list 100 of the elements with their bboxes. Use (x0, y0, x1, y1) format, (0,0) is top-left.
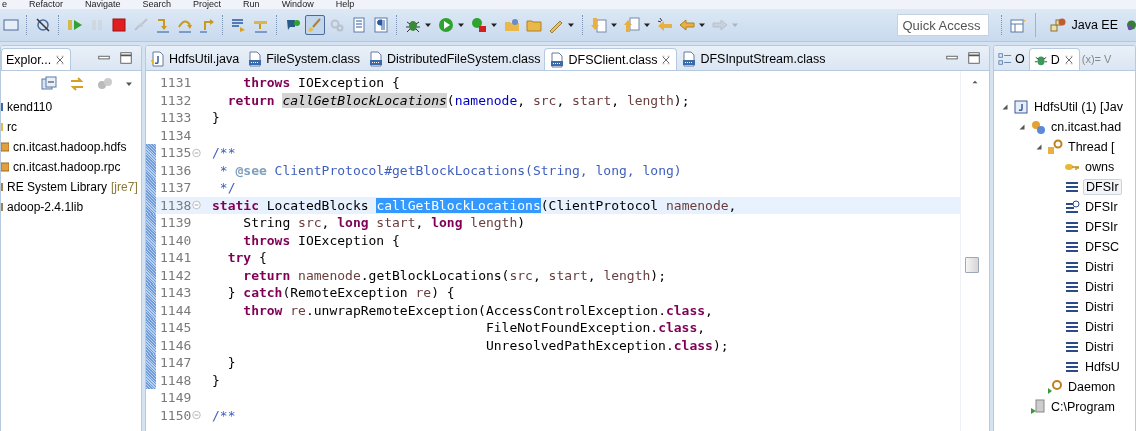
tree-item[interactable]: owns (1083, 160, 1117, 174)
code-line: UnresolvedPathException.class); (484, 337, 729, 353)
close-icon[interactable] (1062, 53, 1075, 66)
menu-item[interactable]: Navigate (85, 0, 121, 9)
tree-item[interactable]: Distri (1083, 300, 1116, 314)
tree-item[interactable]: DFSIr (1083, 200, 1120, 214)
caret-icon[interactable] (698, 21, 706, 29)
caret-icon[interactable] (457, 21, 465, 29)
view-tab[interactable]: Explor... (1, 48, 72, 70)
tree-item[interactable]: Distri (1083, 280, 1116, 294)
step-over-icon (177, 17, 193, 33)
code-line: */ (218, 180, 236, 196)
class-file-icon (549, 51, 566, 68)
view-tab[interactable]: D (1028, 48, 1080, 70)
tree-item[interactable]: Distri (1083, 260, 1116, 274)
line-number: 1142 (159, 267, 192, 283)
line-number: 1135 (159, 145, 192, 161)
line-number: 1145 (159, 320, 192, 336)
stack-frame-icon (1064, 259, 1080, 275)
menu-item[interactable]: e (2, 0, 7, 9)
line-number: 1136 (159, 162, 192, 178)
class-file-icon (681, 51, 698, 67)
menu-item[interactable]: Help (335, 0, 355, 9)
boxes-icon (1050, 17, 1067, 33)
tree-item[interactable]: DFSIr (1083, 220, 1120, 234)
caret-icon[interactable] (490, 21, 498, 29)
tree-item[interactable]: cn.itcast.hadoop.hdfs (11, 140, 129, 154)
tree-item[interactable]: DFSIr (1083, 179, 1122, 195)
tree-item[interactable]: kend110 (5, 100, 55, 114)
line-number: 1144 (159, 302, 192, 318)
code-line: throw re.unwrapRemoteException(AccessControlException.class, (242, 302, 713, 318)
expand-arrow-icon[interactable] (1000, 102, 1010, 112)
caret-icon[interactable] (610, 21, 618, 29)
tree-item[interactable]: adoop-2.4.1lib (5, 200, 86, 214)
tree-item[interactable]: rc (5, 120, 19, 134)
editor-tab[interactable]: DFSInputStream.class (677, 48, 830, 70)
gears-icon (329, 17, 345, 33)
close-icon[interactable] (660, 53, 673, 66)
menu-item[interactable]: Window (281, 0, 314, 9)
quick-access-field[interactable]: Quick Access (897, 14, 990, 36)
line-number: 1133 (159, 110, 192, 126)
view-tab[interactable]: O (994, 48, 1029, 70)
menu-item[interactable]: Search (142, 0, 172, 9)
stack-frame-icon (1064, 359, 1080, 375)
code-line: throws IOException { (242, 232, 400, 248)
outline-icon (998, 52, 1012, 66)
menu-item[interactable]: Run (243, 0, 260, 9)
tree-item[interactable]: Distri (1083, 340, 1116, 354)
tree-item[interactable]: DFSC (1083, 240, 1122, 254)
menu-item[interactable]: Project (193, 0, 222, 9)
code-line: return callGetBlockLocations(namenode, src, start, length); (226, 92, 690, 108)
stop-button[interactable] (109, 15, 129, 35)
collapse-all-icon[interactable] (41, 76, 57, 92)
scrollbar-thumb[interactable] (965, 257, 979, 273)
expand-arrow-icon[interactable] (1017, 122, 1027, 132)
code-line: } catch(RemoteException re) { (226, 285, 455, 301)
stop-icon (111, 17, 127, 33)
play-toolbox-button[interactable] (469, 15, 489, 35)
line-number: 1138 (159, 197, 192, 213)
line-number: 1132 (159, 92, 192, 108)
view-menu-icon[interactable] (125, 80, 133, 88)
tree-item[interactable]: cn.itcast.hadoop.rpc (11, 160, 123, 174)
tree-item[interactable]: Thread [ (1066, 140, 1117, 154)
arrow-right-icon (712, 17, 728, 33)
code-line: /** (211, 145, 236, 161)
maximize-icon[interactable] (119, 51, 133, 65)
java-ee-perspective-button[interactable]: Java EE (1044, 13, 1124, 37)
caret-icon[interactable] (424, 21, 432, 29)
brush-button[interactable] (305, 15, 325, 35)
play-circle-icon (438, 17, 454, 33)
bubbles-icon[interactable] (97, 76, 113, 92)
editor-tab[interactable]: FileSystem.class (243, 48, 364, 70)
line-number: 1134 (159, 127, 192, 143)
menu-item[interactable]: Refactor (29, 0, 64, 9)
tree-item[interactable]: Daemon (1066, 380, 1118, 394)
tree-item[interactable]: Distri (1083, 320, 1116, 334)
pilcrow-button[interactable] (371, 15, 391, 35)
editor-tab[interactable]: DFSClient.class (544, 48, 678, 70)
expand-arrow-icon[interactable] (1034, 142, 1044, 152)
editor-tab[interactable]: DistributedFileSystem.class (363, 48, 545, 70)
tree-item[interactable]: cn.itcast.had (1049, 120, 1124, 134)
package-icon (1, 159, 9, 175)
stack-frame-icon (1064, 219, 1080, 235)
maximize-icon[interactable] (967, 51, 981, 65)
arrow-left-star-icon (657, 17, 673, 33)
tree-item[interactable]: RE System Library (5, 180, 110, 194)
code-line: } (226, 355, 236, 371)
link-arrows-icon[interactable] (69, 76, 85, 92)
caret-icon[interactable] (567, 21, 575, 29)
close-icon[interactable] (54, 53, 67, 66)
tree-item[interactable]: HdfsUtil (1) [Jav (1032, 100, 1125, 114)
caret-icon[interactable] (643, 21, 651, 29)
stack-frame-clock-icon (1064, 199, 1080, 215)
line-number: 1137 (159, 180, 192, 196)
code-line: throws IOException { (242, 75, 400, 91)
play-icon (67, 17, 83, 33)
tree-item[interactable]: C:\Program (1049, 400, 1117, 414)
tree-item[interactable]: HdfsU (1083, 360, 1122, 374)
editor-tab[interactable]: HdfsUtil.java (146, 48, 244, 70)
code-line: static LocatedBlocks callGetBlockLocations(ClientProtocol namenode, (211, 197, 737, 213)
